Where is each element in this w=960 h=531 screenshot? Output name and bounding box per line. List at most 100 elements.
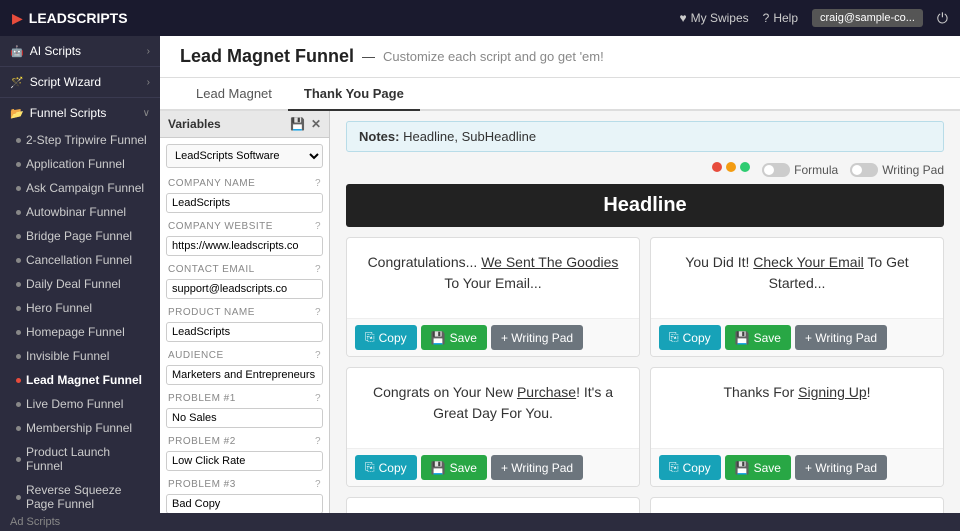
writing-pad-button[interactable]: + Writing Pad [491, 455, 583, 480]
sidebar-item-label: Product Launch Funnel [26, 445, 150, 473]
sidebar-item-label: Homepage Funnel [26, 325, 125, 339]
var-field-input[interactable] [166, 279, 323, 299]
script-wizard-icon: 🪄 [10, 77, 24, 89]
headline-bar: Headline [346, 184, 944, 227]
card-actions: ⎘Copy💾Save+ Writing Pad [651, 448, 943, 486]
sidebar-item-label: Bridge Page Funnel [26, 229, 132, 243]
close-variables-icon[interactable]: ✕ [311, 117, 321, 131]
sidebar-funnel-item[interactable]: Lead Magnet Funnel [0, 368, 160, 392]
writing-pad-button[interactable]: + Writing Pad [795, 455, 887, 480]
dot-icon [16, 457, 21, 462]
sidebar-funnel-item[interactable]: Product Launch Funnel [0, 440, 160, 478]
copy-button[interactable]: ⎘Copy [355, 455, 417, 480]
page-title: Lead Magnet Funnel [180, 46, 354, 67]
var-field-input[interactable] [166, 365, 323, 385]
dot-icon [16, 495, 21, 500]
dot-icon [16, 330, 21, 335]
dot-icon [16, 426, 21, 431]
sidebar-funnel-item[interactable]: Membership Funnel [0, 416, 160, 440]
traffic-light-green [740, 162, 750, 172]
status-left: Ad Scripts [10, 516, 60, 528]
sidebar-funnel-item[interactable]: 2-Step Tripwire Funnel [0, 128, 160, 152]
dot-icon [16, 354, 21, 359]
funnel-scripts-icon: 📂 [10, 108, 24, 120]
toggle-row: Formula Writing Pad [346, 162, 944, 178]
notes-text: Headline, SubHeadline [403, 129, 536, 144]
copy-button[interactable]: ⎘Copy [659, 325, 721, 350]
sidebar-funnel-item[interactable]: Application Funnel [0, 152, 160, 176]
notes-bar: Notes: Headline, SubHeadline [346, 121, 944, 152]
sidebar-funnel-item[interactable]: Autowbinar Funnel [0, 200, 160, 224]
card-actions: ⎘Copy💾Save+ Writing Pad [651, 318, 943, 356]
var-field-input[interactable] [166, 322, 323, 342]
my-swipes-link[interactable]: ♥ My Swipes [679, 11, 748, 25]
sidebar-funnel-item[interactable]: Reverse Squeeze Page Funnel [0, 478, 160, 513]
save-button[interactable]: 💾Save [421, 455, 487, 480]
dot-icon [16, 402, 21, 407]
save-button[interactable]: 💾Save [725, 455, 791, 480]
save-variables-icon[interactable]: 💾 [290, 117, 305, 131]
sidebar-item-label: Live Demo Funnel [26, 397, 123, 411]
var-field-input[interactable] [166, 236, 323, 256]
help-icon: ? [763, 11, 770, 25]
save-button[interactable]: 💾Save [725, 325, 791, 350]
sidebar-funnel-item[interactable]: Bridge Page Funnel [0, 224, 160, 248]
save-icon: 💾 [735, 461, 750, 475]
dot-icon [16, 234, 21, 239]
help-link[interactable]: ? Help [763, 11, 798, 25]
card-body: Congrats on Your New Purchase! It's a Gr… [347, 368, 639, 448]
dot-icon [16, 186, 21, 191]
top-nav-right: ♥ My Swipes ? Help craig@sample-co... ⏻ [679, 9, 948, 27]
var-field-input[interactable] [166, 408, 323, 428]
formula-toggle[interactable] [762, 163, 790, 177]
dot-icon [16, 378, 21, 383]
sidebar-funnel-item[interactable]: Ask Campaign Funnel [0, 176, 160, 200]
sidebar-funnel-item[interactable]: Daily Deal Funnel [0, 272, 160, 296]
writing-pad-button[interactable]: + Writing Pad [491, 325, 583, 350]
sidebar-funnel-item[interactable]: Homepage Funnel [0, 320, 160, 344]
user-badge[interactable]: craig@sample-co... [812, 9, 923, 27]
sidebar-funnel-item[interactable]: Hero Funnel [0, 296, 160, 320]
sidebar-funnel-item[interactable]: Cancellation Funnel [0, 248, 160, 272]
card-body: Thank You For Your Submission! [347, 498, 639, 513]
writing-pad-button[interactable]: + Writing Pad [795, 325, 887, 350]
writing-pad-toggle[interactable] [850, 163, 878, 177]
sidebar-item-funnel-scripts[interactable]: 📂Funnel Scripts ∨ [0, 98, 160, 128]
copy-icon: ⎘ [365, 330, 375, 345]
var-field-input[interactable] [166, 451, 323, 471]
tab-thank-you-page[interactable]: Thank You Page [288, 78, 420, 111]
sidebar-item-script-wizard[interactable]: 🪄Script Wizard › [0, 67, 160, 97]
sidebar-item-label: Membership Funnel [26, 421, 132, 435]
traffic-lights [712, 162, 750, 172]
save-icon: 💾 [431, 331, 446, 345]
card-body: Congratulations... We Sent The Goodies T… [347, 238, 639, 318]
template-select[interactable]: LeadScripts Software [166, 144, 323, 168]
save-button[interactable]: 💾Save [421, 325, 487, 350]
dot-icon [16, 138, 21, 143]
sidebar-item-ai-scripts[interactable]: 🤖AI Scripts › [0, 36, 160, 66]
content-area: Lead Magnet Funnel — Customize each scri… [160, 36, 960, 513]
variables-title: Variables [168, 117, 221, 131]
sidebar-funnel-item[interactable]: Live Demo Funnel [0, 392, 160, 416]
sidebar-funnel-item[interactable]: Invisible Funnel [0, 344, 160, 368]
sidebar-item-label: Reverse Squeeze Page Funnel [26, 483, 150, 511]
script-card: You Did It! Check Your Email To Get Star… [650, 237, 944, 357]
funnel-scripts-items: 2-Step Tripwire Funnel Application Funnel… [0, 128, 160, 513]
power-button[interactable]: ⏻ [937, 10, 948, 27]
copy-button[interactable]: ⎘Copy [659, 455, 721, 480]
page-title-separator: — [362, 49, 375, 64]
sidebar-item-label: Cancellation Funnel [26, 253, 132, 267]
copy-button[interactable]: ⎘Copy [355, 325, 417, 350]
script-card: Congrats on Your New Purchase! It's a Gr… [346, 367, 640, 487]
logo-icon: ▶ [12, 10, 23, 27]
var-field-input[interactable] [166, 494, 323, 513]
sidebar-item-label: Hero Funnel [26, 301, 92, 315]
var-field-input[interactable] [166, 193, 323, 213]
page-header: Lead Magnet Funnel — Customize each scri… [160, 36, 960, 78]
save-icon: 💾 [735, 331, 750, 345]
card-body: Thanks For Signing Up! [651, 368, 943, 448]
copy-icon: ⎘ [365, 460, 375, 475]
card-body: Thank You For Choosing LeadScripts To Ge… [651, 498, 943, 513]
tab-lead-magnet[interactable]: Lead Magnet [180, 78, 288, 111]
sidebar-item-label: 2-Step Tripwire Funnel [26, 133, 147, 147]
